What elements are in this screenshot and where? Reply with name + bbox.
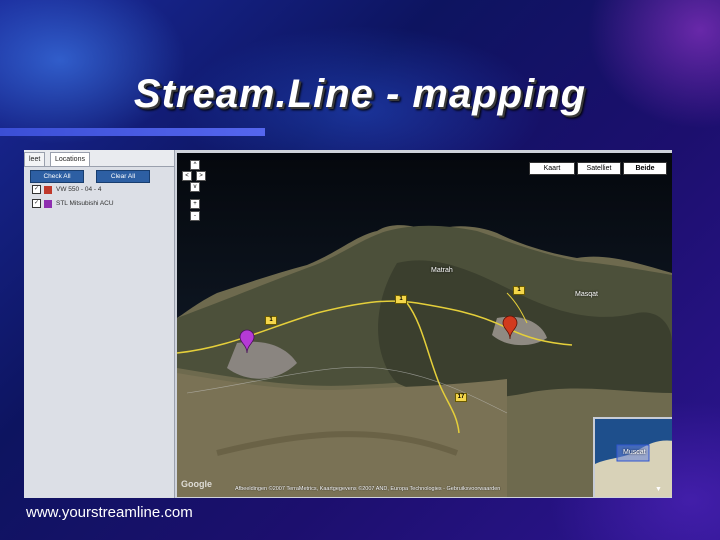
pan-up-button[interactable]: ^ [190,160,200,170]
satellite-map[interactable]: ^ < > v + - Kaart Satelliet Beide Matrah… [177,153,672,497]
zoom-out-button[interactable]: - [190,211,200,221]
tab-fleet[interactable]: leet [24,152,46,166]
place-label-matrah: Matrah [431,267,453,274]
pan-down-button[interactable]: v [190,182,200,192]
footer-url: www.yourstreamline.com [26,504,193,521]
road-shield: 1 [395,295,407,304]
map-type-satelliet-button[interactable]: Satelliet [577,162,621,175]
sidebar-panel: leet Locations Check All Clear All ✓ VW 5… [24,150,175,498]
pan-right-button[interactable]: > [196,171,206,181]
title-underline [0,128,265,136]
vehicle-checkbox[interactable]: ✓ [32,199,41,208]
slide-title: Stream.Line - mapping [133,72,587,116]
map-copyright: Afbeeldingen ©2007 TerraMetrics, Kaartge… [235,486,501,492]
map-type-beide-button[interactable]: Beide [623,162,667,175]
pan-left-button[interactable]: < [182,171,192,181]
vehicle-color-swatch [44,199,52,208]
check-all-button[interactable]: Check All [30,170,84,183]
google-logo: Google [181,479,212,489]
vehicle-color-swatch [44,185,52,194]
road-shield: 1 [513,286,525,295]
vehicle-label: STL Mitsubishi ACU [56,200,114,208]
place-label-masqat: Masqat [575,291,598,298]
tab-locations[interactable]: Locations [50,152,90,166]
overview-toggle-icon[interactable]: ▼ [655,486,662,493]
map-type-kaart-button[interactable]: Kaart [529,162,575,175]
vehicle-row-stl[interactable]: ✓ STL Mitsubishi ACU [32,199,114,209]
clear-all-button[interactable]: Clear All [96,170,150,183]
sidebar-tabbar: leet Locations [24,150,174,167]
zoom-in-button[interactable]: + [190,199,200,209]
vehicle-label: VW 550 - 04 - 4 [56,186,102,194]
road-shield: 1 [265,316,277,325]
overview-label: Muscat [623,449,646,456]
overview-map[interactable]: Muscat [593,417,672,497]
tracking-app-window: leet Locations Check All Clear All ✓ VW 5… [24,150,672,498]
vehicle-checkbox[interactable]: ✓ [32,185,41,194]
vehicle-row-vw[interactable]: ✓ VW 550 - 04 - 4 [32,185,102,195]
road-shield: 17 [455,393,467,402]
